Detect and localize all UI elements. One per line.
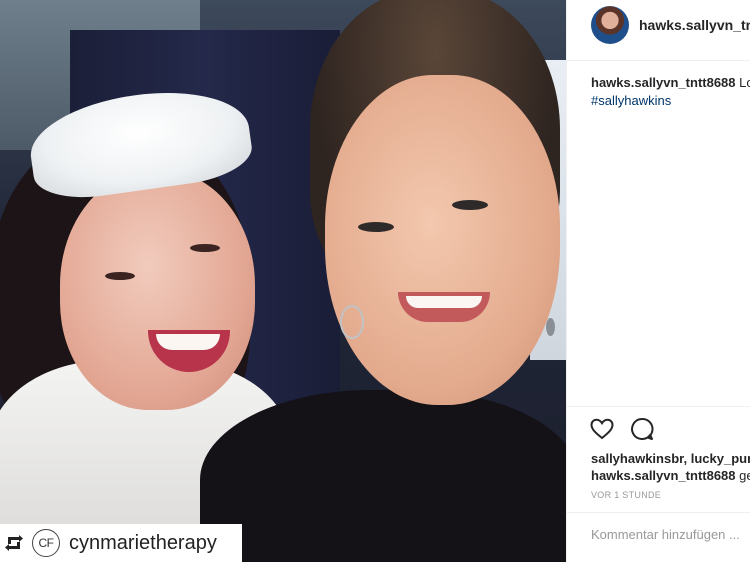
repost-account-logo: CF <box>32 529 60 557</box>
post-timestamp: VOR 1 STUNDE <box>591 490 662 500</box>
drop-earring <box>546 318 555 336</box>
caption-username[interactable]: hawks.sallyvn_tntt8688 <box>591 75 736 90</box>
comment-icon[interactable] <box>629 416 655 442</box>
post-header: hawks.sallyvn_tntt <box>567 0 750 50</box>
likes-username[interactable]: hawks.sallyvn_tntt8688 <box>591 468 736 483</box>
likers-list[interactable]: sallyhawkinsbr, lucky_purs <box>591 451 750 466</box>
divider <box>567 512 750 513</box>
post-sidebar: hawks.sallyvn_tntt hawks.sallyvn_tntt868… <box>566 0 750 562</box>
divider <box>567 60 750 61</box>
likes-suffix: ge <box>739 468 750 483</box>
likes-text: sallyhawkinsbr, lucky_purs hawks.sallyvn… <box>591 450 750 484</box>
post-image[interactable]: CF cynmarietherapy <box>0 0 566 562</box>
divider <box>567 406 750 407</box>
action-bar <box>589 416 655 442</box>
black-top <box>200 390 566 562</box>
avatar[interactable] <box>591 6 629 44</box>
comment-input[interactable]: Kommentar hinzufügen ... <box>591 527 750 542</box>
caption-text: Lov <box>739 75 750 90</box>
header-username[interactable]: hawks.sallyvn_tntt <box>639 17 750 33</box>
repost-username[interactable]: cynmarietherapy <box>69 532 217 555</box>
repost-icon <box>2 531 26 555</box>
heart-icon[interactable] <box>589 416 615 442</box>
face-left <box>60 170 255 410</box>
face-right <box>325 75 560 405</box>
hoop-earring <box>340 305 364 339</box>
caption: hawks.sallyvn_tntt8688 Lov #sallyhawkins <box>591 74 750 110</box>
hashtag-link[interactable]: #sallyhawkins <box>591 93 671 108</box>
repost-credit: CF cynmarietherapy <box>0 524 242 562</box>
